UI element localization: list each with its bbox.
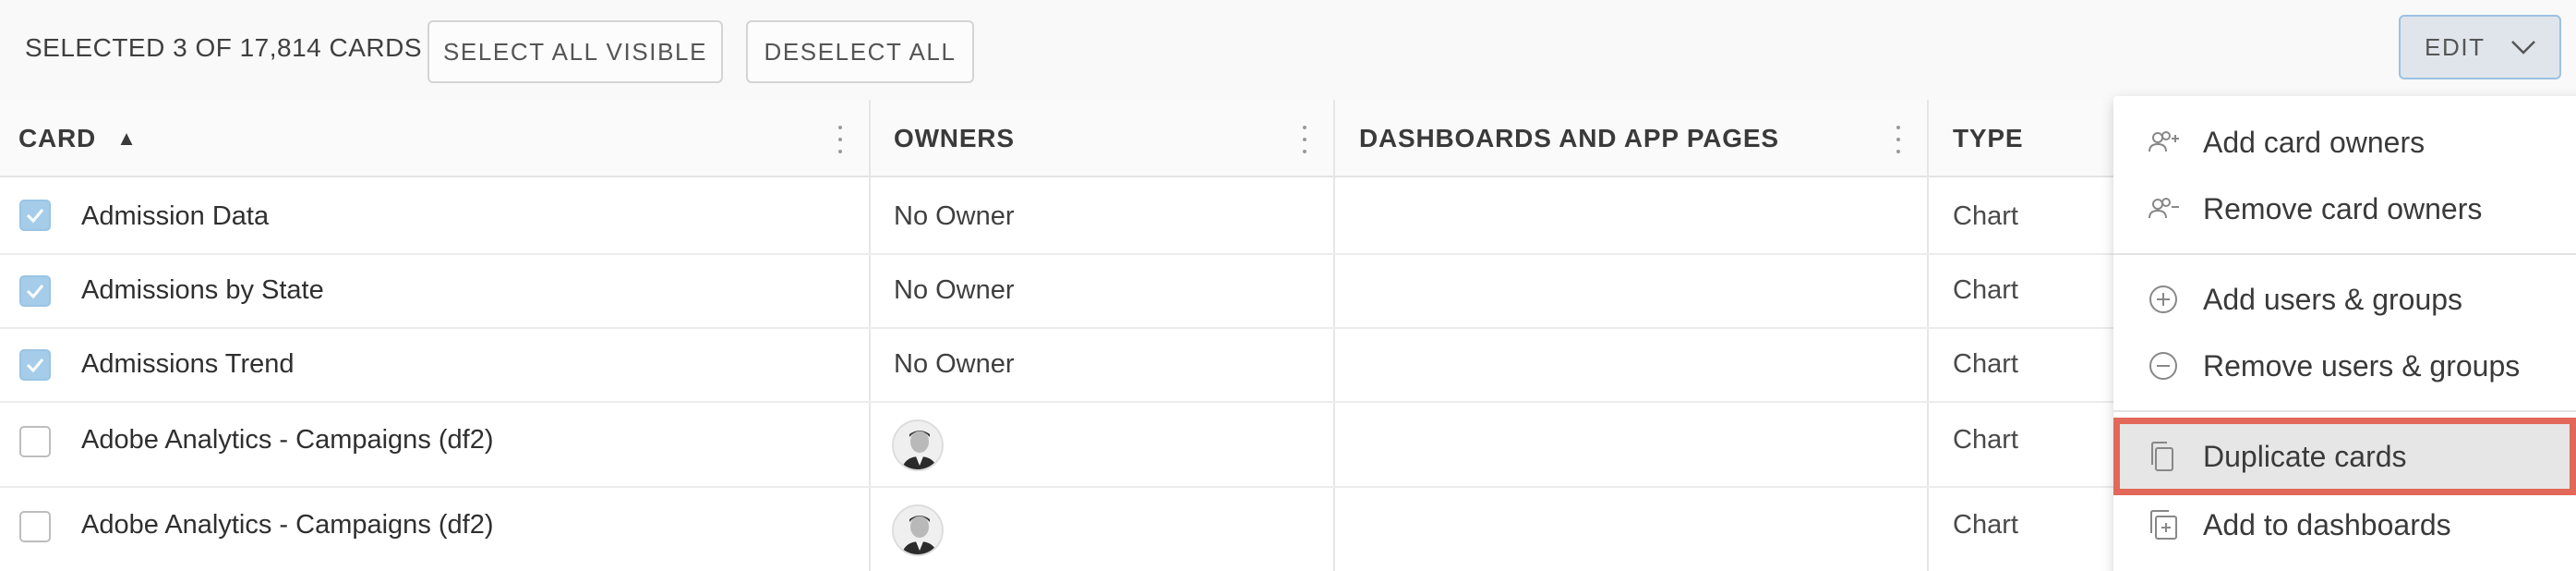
type-cell: Chart [1953,275,2018,305]
type-cell: Chart [1953,349,2018,379]
owner-avatar[interactable] [892,504,944,556]
column-header-card[interactable]: CARD ▲ [18,100,138,177]
menu-item-label: Add users & groups [2203,282,2463,316]
card-name[interactable]: Admissions Trend [81,349,295,380]
menu-item-label: Duplicate cards [2203,439,2407,473]
add-owners-icon [2149,131,2179,152]
column-header-type[interactable]: TYPE [1953,100,2023,177]
checkmark-icon [26,358,44,373]
row-checkbox[interactable] [19,511,51,542]
deselect-all-button[interactable]: DESELECT ALL [746,20,974,83]
menu-divider [2113,410,2576,412]
column-menu-icon[interactable] [838,126,844,153]
checkmark-icon [26,209,44,224]
menu-item-label: Remove users & groups [2203,348,2521,383]
duplicate-icon [2151,442,2173,471]
plus-circle-icon [2149,286,2177,313]
row-checkbox[interactable] [19,349,51,381]
menu-item-label: Remove card owners [2203,191,2483,225]
checkmark-icon [26,285,44,299]
person-avatar-icon [894,421,942,469]
menu-divider [2113,253,2576,255]
selection-toolbar: SELECTED 3 OF 17,814 CARDS SELECT ALL VI… [0,0,2576,100]
remove-owners-icon [2149,198,2179,219]
column-header-owners[interactable]: OWNERS [894,100,1015,177]
select-all-visible-button[interactable]: SELECT ALL VISIBLE [427,20,723,83]
card-name[interactable]: Adobe Analytics - Campaigns (df2) [81,510,494,541]
menu-item-add-to-dashboards[interactable]: Add to dashboards [2113,492,2576,558]
person-avatar-icon [894,506,942,554]
edit-label: EDIT [2425,32,2486,61]
column-menu-icon[interactable] [1896,126,1902,153]
owner-avatar[interactable] [892,419,944,471]
card-name[interactable]: Admission Data [81,201,269,232]
add-to-dashboard-icon [2150,510,2177,540]
column-menu-icon[interactable] [1303,126,1308,153]
menu-item-remove-card-owners[interactable]: Remove card owners [2113,176,2576,242]
menu-item-duplicate-cards[interactable]: Duplicate cards [2113,418,2576,495]
menu-item-remove-users-groups[interactable]: Remove users & groups [2113,333,2576,399]
menu-item-label: Add to dashboards [2203,507,2451,541]
owner-cell: No Owner [894,201,1015,231]
column-header-card-label: CARD [18,124,97,152]
edit-dropdown-button[interactable]: EDIT [2399,15,2561,79]
card-name[interactable]: Admissions by State [81,275,324,306]
selection-count: SELECTED 3 OF 17,814 CARDS [25,33,423,62]
column-header-dashboards[interactable]: DASHBOARDS AND APP PAGES [1359,100,1779,177]
menu-item-add-users-groups[interactable]: Add users & groups [2113,266,2576,333]
menu-item-add-card-owners[interactable]: Add card owners [2113,109,2576,176]
card-name[interactable]: Adobe Analytics - Campaigns (df2) [81,425,494,456]
row-checkbox[interactable] [19,200,51,231]
sort-ascending-icon[interactable]: ▲ [116,127,138,151]
minus-circle-icon [2149,352,2177,380]
owner-cell: No Owner [894,275,1015,305]
edit-dropdown-menu: Add card owners Remove card owners Add u… [2113,96,2576,571]
row-checkbox[interactable] [19,426,51,457]
type-cell: Chart [1953,201,2018,231]
type-cell: Chart [1953,425,2018,455]
type-cell: Chart [1953,510,2018,540]
menu-item-label: Add card owners [2203,125,2426,159]
owner-cell: No Owner [894,349,1015,379]
row-checkbox[interactable] [19,275,51,307]
chevron-down-icon [2511,41,2535,55]
